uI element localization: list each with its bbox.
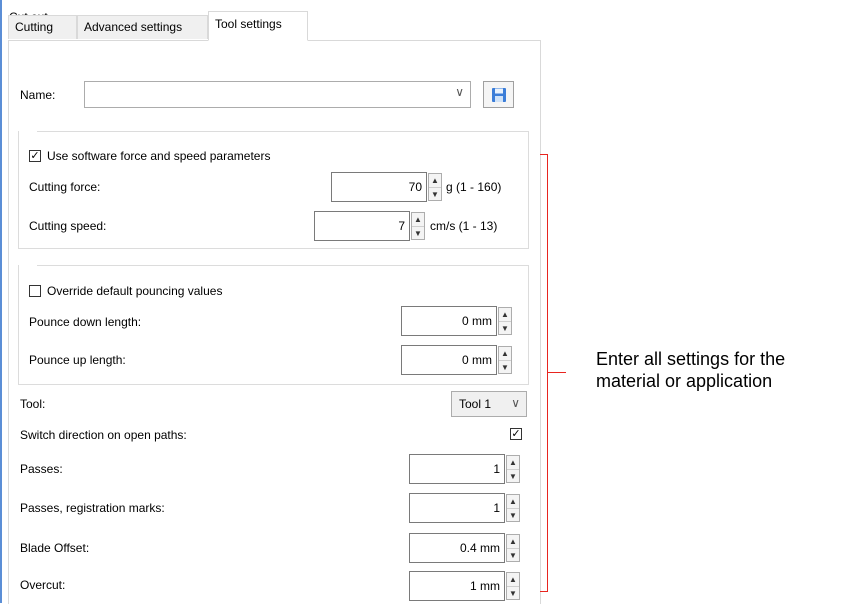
passes-registration-stepper[interactable]: ▲ ▼ — [506, 494, 520, 522]
pounce-down-label: Pounce down length: — [29, 315, 142, 329]
pounce-down-stepper[interactable]: ▲ ▼ — [498, 307, 512, 335]
switch-direction-label: Switch direction on open paths: — [20, 428, 187, 442]
cutting-force-unit: g (1 - 160) — [446, 180, 502, 194]
group-gap — [19, 264, 37, 266]
tab-cutting[interactable]: Cutting — [8, 15, 77, 39]
chevron-down-icon: ∨ — [511, 396, 520, 410]
name-label: Name: — [20, 88, 56, 102]
pounce-down-input[interactable]: 0 mm — [401, 306, 497, 336]
software-params-label: Use software force and speed parameters — [47, 149, 271, 163]
cutting-speed-input[interactable]: 7 — [314, 211, 410, 241]
switch-direction-checkbox[interactable]: ✓ — [510, 428, 522, 440]
annotation-line-2: material or application — [596, 371, 773, 391]
cutting-speed-stepper[interactable]: ▲ ▼ — [411, 212, 425, 240]
name-combobox[interactable]: ∨ — [84, 81, 471, 108]
pouncing-label: Override default pouncing values — [47, 284, 223, 298]
passes-label: Passes: — [20, 462, 63, 476]
passes-registration-input[interactable]: 1 — [409, 493, 505, 523]
pounce-up-label: Pounce up length: — [29, 353, 126, 367]
floppy-disk-icon — [492, 88, 506, 102]
cutting-speed-label: Cutting speed: — [29, 219, 107, 233]
pounce-up-stepper[interactable]: ▲ ▼ — [498, 346, 512, 374]
tool-select[interactable]: Tool 1 ∨ — [451, 391, 527, 417]
annotation-line-1: Enter all settings for the — [596, 349, 786, 369]
cutting-force-stepper[interactable]: ▲ ▼ — [428, 173, 442, 201]
passes-input[interactable]: 1 — [409, 454, 505, 484]
overcut-stepper[interactable]: ▲ ▼ — [506, 572, 520, 600]
tab-tool-settings[interactable]: Tool settings — [208, 11, 308, 41]
annotation-bracket — [540, 154, 548, 592]
group-gap — [19, 130, 37, 132]
pounce-up-input[interactable]: 0 mm — [401, 345, 497, 375]
tool-select-value: Tool 1 — [459, 397, 492, 411]
cutting-speed-unit: cm/s (1 - 13) — [430, 219, 498, 233]
passes-stepper[interactable]: ▲ ▼ — [506, 455, 520, 483]
pouncing-checkbox[interactable] — [29, 285, 41, 297]
window-edge — [0, 0, 2, 603]
software-params-checkbox[interactable]: ✓ — [29, 150, 41, 162]
overcut-label: Overcut: — [20, 578, 66, 592]
blade-offset-stepper[interactable]: ▲ ▼ — [506, 534, 520, 562]
cutting-force-input[interactable]: 70 — [331, 172, 427, 202]
cutting-force-label: Cutting force: — [29, 180, 101, 194]
overcut-input[interactable]: 1 mm — [409, 571, 505, 601]
tab-advanced-settings[interactable]: Advanced settings — [77, 15, 208, 39]
tool-label: Tool: — [20, 397, 46, 411]
chevron-down-icon: ∨ — [455, 85, 464, 99]
blade-offset-input[interactable]: 0.4 mm — [409, 533, 505, 563]
blade-offset-label: Blade Offset: — [20, 541, 90, 555]
annotation-callout: Enter all settings for the material or a… — [596, 348, 785, 392]
annotation-bracket-tick — [548, 372, 566, 373]
save-preset-button[interactable] — [483, 81, 514, 108]
passes-registration-label: Passes, registration marks: — [20, 501, 165, 515]
